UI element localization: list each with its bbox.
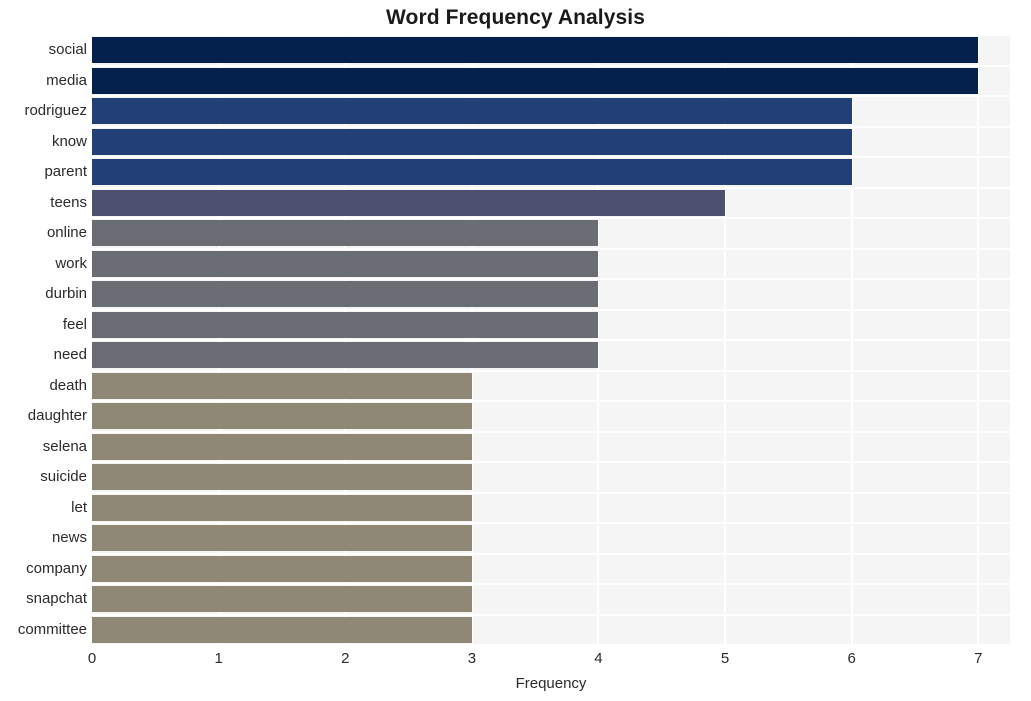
y-axis-tick-labels: social media rodriguez know parent teens onlin…: [0, 35, 87, 645]
y-axis-tick-label: feel: [62, 315, 87, 333]
y-axis-tick-label: news: [51, 529, 87, 547]
bar: [92, 433, 472, 460]
y-axis-tick-label: teens: [50, 193, 87, 211]
bar: [92, 189, 726, 216]
bar: [92, 403, 472, 430]
bar: [92, 67, 979, 94]
y-axis-tick-label: company: [26, 559, 87, 577]
bar: [92, 128, 852, 155]
y-axis-tick-label: media: [46, 71, 87, 89]
y-axis-tick-label: parent: [44, 163, 87, 181]
bar: [92, 37, 979, 64]
bar: [92, 616, 472, 643]
y-axis-tick-label: selena: [42, 437, 87, 455]
x-axis-tick-label: 7: [974, 650, 983, 667]
y-axis-tick-label: social: [48, 41, 87, 59]
bar: [92, 494, 472, 521]
x-axis-tick-label: 5: [720, 650, 730, 667]
plot-area: [91, 34, 1010, 646]
bar: [92, 372, 472, 399]
x-axis-tick-label: 2: [341, 650, 350, 667]
y-axis-tick-label: online: [46, 224, 87, 242]
bar: [92, 525, 472, 552]
y-axis-tick-label: death: [49, 376, 87, 394]
bar: [92, 281, 599, 308]
bar: [92, 586, 472, 613]
chart-figure: Word Frequency Analysis social media rodri…: [0, 0, 1031, 701]
bar: [92, 250, 599, 277]
y-axis-tick-label: need: [53, 346, 87, 364]
x-axis-tick-label: 6: [847, 650, 856, 667]
y-axis-tick-label: suicide: [40, 468, 87, 486]
bar: [92, 342, 599, 369]
y-axis-tick-label: durbin: [45, 285, 87, 303]
bar: [92, 98, 852, 125]
bar: [92, 555, 472, 582]
x-axis-tick-label: 1: [214, 650, 223, 667]
y-axis-tick-label: snapchat: [26, 590, 87, 608]
y-axis-tick-label: daughter: [27, 407, 87, 425]
chart-title: Word Frequency Analysis: [385, 6, 646, 29]
y-axis-tick-label: let: [71, 498, 87, 516]
y-axis-tick-label: rodriguez: [24, 102, 87, 120]
bar: [92, 464, 472, 491]
x-axis-tick-label: 4: [594, 650, 603, 667]
bar-series: [92, 35, 1010, 645]
bar: [92, 311, 599, 338]
y-axis-tick-label: committee: [17, 620, 87, 638]
y-axis-tick-label: know: [51, 132, 87, 150]
bar: [92, 220, 599, 247]
x-axis-tick-label: 0: [87, 650, 97, 667]
y-axis-tick-label: work: [55, 254, 87, 272]
bar: [92, 159, 852, 186]
x-axis-tick-labels: 0 1 2 3 4 5 6 7: [0, 650, 1031, 674]
x-axis-label: Frequency: [515, 675, 587, 692]
x-axis-tick-label: 3: [467, 650, 477, 667]
